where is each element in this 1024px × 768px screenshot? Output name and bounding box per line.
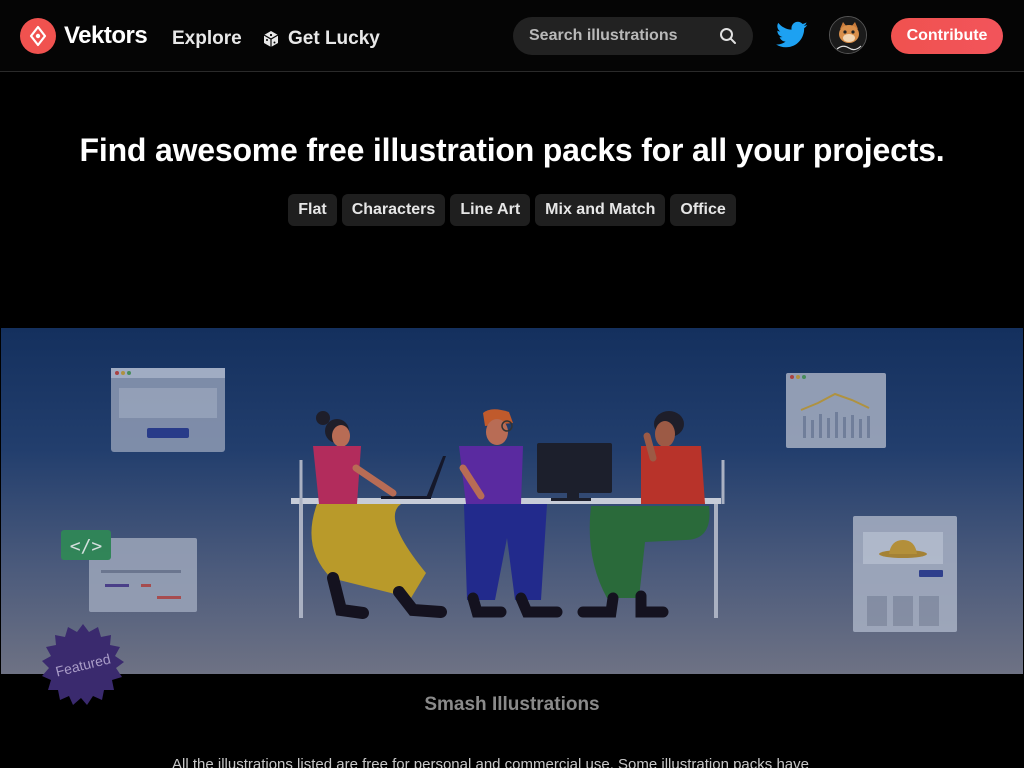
site-header: Vektors Explore Get Lucky Search illustr… [0,0,1024,72]
brand-name: Vektors [64,22,148,49]
product-card-illustration [853,516,957,632]
browser-window-illustration [111,368,225,452]
tag-line-art[interactable]: Line Art [450,194,531,226]
tag-flat[interactable]: Flat [288,194,337,226]
tag-office[interactable]: Office [670,194,736,226]
tag-characters[interactable]: Characters [341,194,446,226]
page-title: Find awesome free illustration packs for… [79,132,945,168]
nav-get-lucky-label: Get Lucky [288,28,380,49]
brand-logo[interactable]: Vektors [20,18,148,54]
cat-icon [830,17,866,53]
twitter-icon[interactable] [776,21,808,49]
featured-illustration-banner[interactable]: </> [1,328,1023,674]
person-illustration [577,411,710,618]
code-card-illustration: </> [61,530,197,612]
search-icon[interactable] [719,27,737,45]
category-tags: Flat Characters Line Art Mix and Match O… [0,194,1024,226]
license-note: All the illustrations listed are free fo… [172,756,809,768]
featured-pack-title[interactable]: Smash Illustrations [0,694,1024,716]
nav-get-lucky-link[interactable]: Get Lucky [262,28,380,50]
office-team-illustration: </> [61,368,957,632]
chart-card-illustration [786,373,886,448]
search-bar [513,17,753,55]
tag-mix-and-match[interactable]: Mix and Match [535,194,666,226]
svg-text:</>: </> [70,536,103,557]
pen-nib-icon [20,18,56,54]
dice-icon [263,31,279,47]
person-illustration [311,411,447,619]
nav-explore-link[interactable]: Explore [172,28,242,50]
person-illustration [459,409,563,618]
search-input[interactable] [513,17,753,55]
contribute-button[interactable]: Contribute [891,18,1003,54]
avatar[interactable] [829,16,867,54]
